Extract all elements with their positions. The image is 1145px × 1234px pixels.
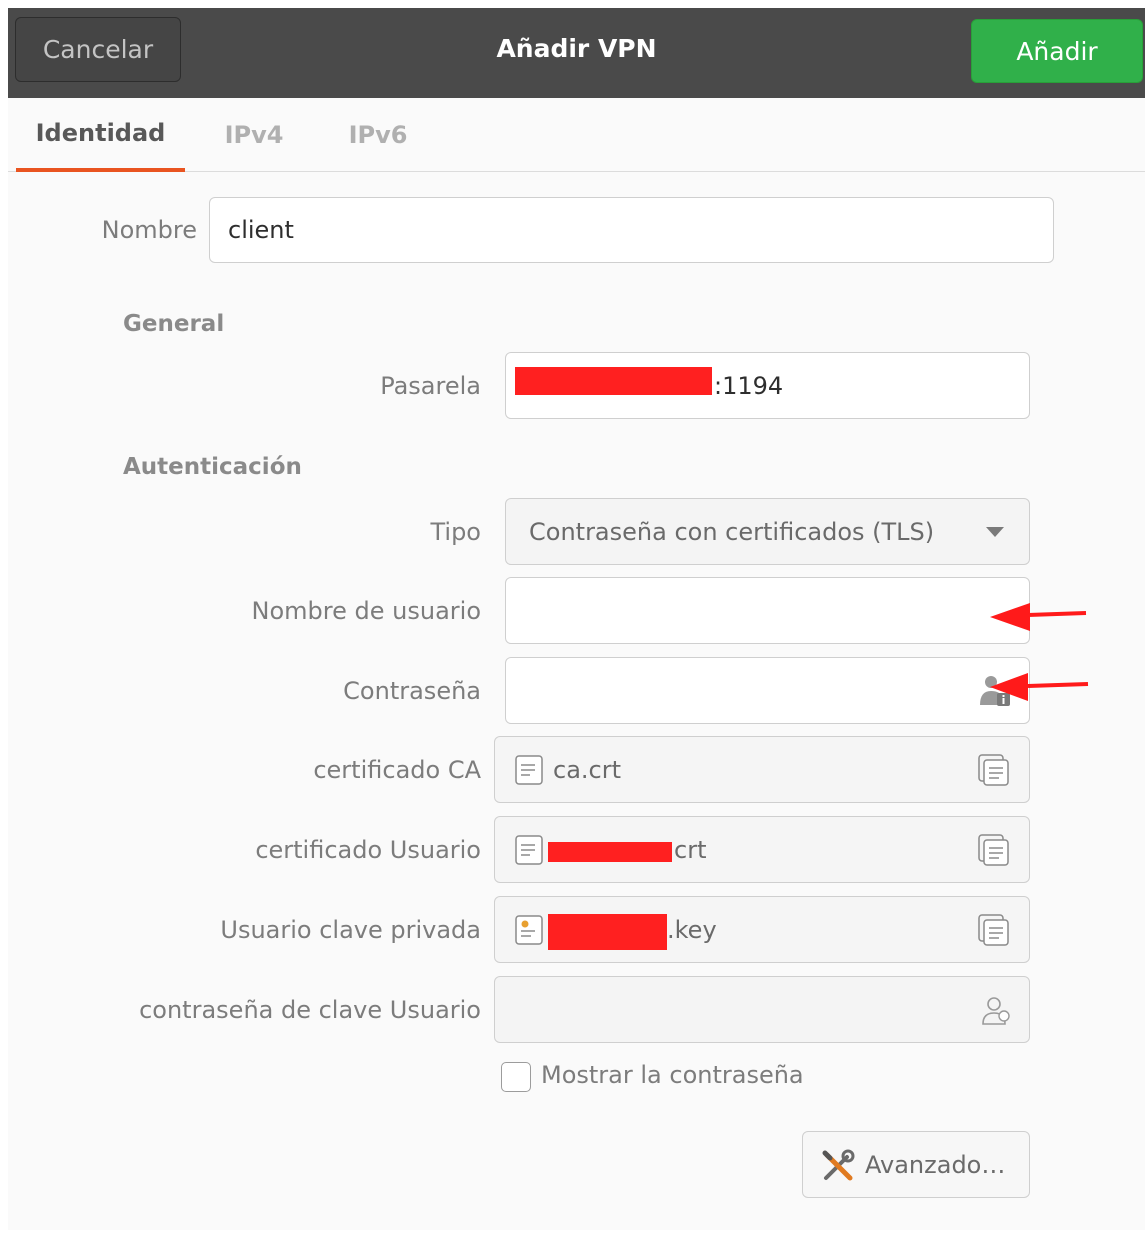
user-cert-file-chooser[interactable]: crt <box>494 816 1030 883</box>
pan-down-icon <box>986 527 1004 537</box>
tab-identidad[interactable]: Identidad <box>16 98 185 172</box>
redaction-mark <box>548 842 672 862</box>
private-key-label: Usuario clave privada <box>220 916 481 944</box>
private-key-filename: .key <box>667 915 717 944</box>
document-open-icon <box>978 834 1009 866</box>
username-label: Nombre de usuario <box>251 597 481 625</box>
header-bar: Cancelar Añadir VPN Añadir <box>8 8 1145 98</box>
tab-ipv6[interactable]: IPv6 <box>328 98 428 172</box>
tab-bar: Identidad IPv4 IPv6 <box>8 98 1145 172</box>
username-input[interactable] <box>505 577 1030 644</box>
redaction-mark <box>515 367 712 395</box>
redaction-mark <box>548 914 667 950</box>
private-key-file-chooser[interactable]: .key <box>494 896 1030 963</box>
name-input[interactable]: client <box>209 197 1054 263</box>
password-label: Contraseña <box>343 677 481 705</box>
advanced-button[interactable]: Avanzado… <box>802 1131 1030 1198</box>
general-heading: General <box>123 311 225 337</box>
auth-type-value: Contraseña con certificados (TLS) <box>529 517 935 546</box>
name-label: Nombre <box>101 216 197 244</box>
annotation-arrow-icon <box>990 603 1087 631</box>
ca-cert-file-chooser[interactable]: ca.crt <box>494 736 1030 803</box>
annotation-arrow-icon <box>990 673 1089 701</box>
auth-type-combo[interactable]: Contraseña con certificados (TLS) <box>505 498 1030 565</box>
advanced-label: Avanzado… <box>865 1150 1006 1179</box>
password-input[interactable] <box>505 657 1030 724</box>
text-file-icon <box>515 835 543 865</box>
gateway-port-value: :1194 <box>714 371 784 400</box>
type-label: Tipo <box>430 518 481 546</box>
user-cert-filename: crt <box>674 835 707 864</box>
tab-ipv4[interactable]: IPv4 <box>204 98 304 172</box>
text-file-icon <box>515 755 543 785</box>
add-vpn-dialog: Cancelar Añadir VPN Añadir Identidad IPv… <box>8 8 1145 1230</box>
gateway-input[interactable]: :1194 <box>505 352 1030 419</box>
person-icon[interactable] <box>979 993 1013 1027</box>
document-open-icon <box>978 754 1009 786</box>
key-password-input[interactable] <box>494 976 1030 1043</box>
key-file-icon <box>515 915 543 945</box>
user-cert-label: certificado Usuario <box>255 836 481 864</box>
gateway-label: Pasarela <box>380 372 481 400</box>
document-open-icon <box>978 914 1009 946</box>
key-password-label: contraseña de clave Usuario <box>139 996 481 1024</box>
auth-heading: Autenticación <box>123 454 302 480</box>
ca-cert-label: certificado CA <box>313 756 481 784</box>
show-password-label[interactable]: Mostrar la contraseña <box>541 1061 804 1089</box>
name-value: client <box>228 216 294 244</box>
tools-icon <box>822 1149 855 1181</box>
ca-cert-filename: ca.crt <box>553 755 622 784</box>
show-password-checkbox[interactable] <box>501 1062 531 1092</box>
add-button[interactable]: Añadir <box>971 19 1143 83</box>
